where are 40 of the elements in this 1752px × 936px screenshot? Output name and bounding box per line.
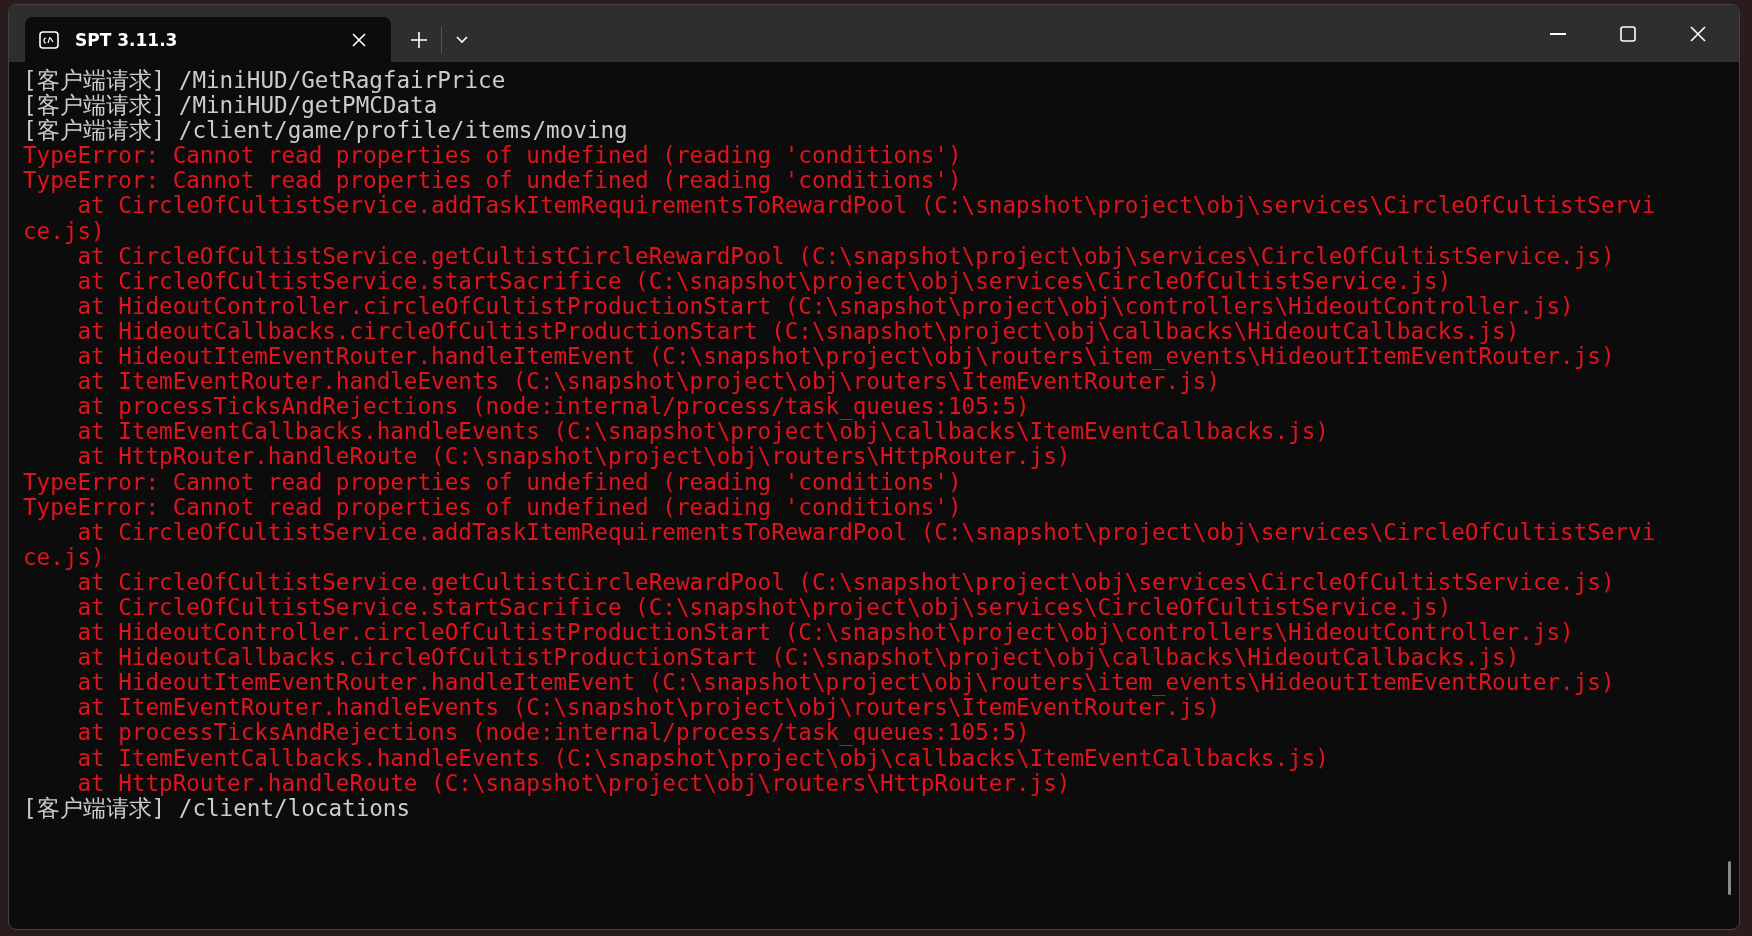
- maximize-icon: [1620, 25, 1636, 42]
- terminal-icon: [39, 30, 59, 49]
- error-line: at ItemEventRouter.handleEvents (C:\snapshot\project\obj\routers\ItemEventRouter.js): [76, 369, 1221, 395]
- terminal-tab[interactable]: SPT 3.11.3: [25, 17, 391, 62]
- error-line: at CircleOfCultistService.addTaskItemRequirementsToRewardPool (C:\snapshot\project\obj\services\CircleOfCultistServi: [77, 519, 1656, 545]
- log-line: [客户端请求] /client/locations: [23, 795, 411, 821]
- error-line: at HideoutItemEventRouter.handleItemEvent (C:\snapshot\project\obj\routers\item_events\HideoutItemEventRouter.js): [76, 670, 1616, 696]
- error-line: at HideoutItemEventRouter.handleItemEvent (C:\snapshot\project\obj\routers\item_events\HideoutItemEventRouter.js): [76, 344, 1616, 370]
- error-line: at CircleOfCultistService.getCultistCircleRewardPool (C:\snapshot\project\obj\services\CircleOfCultistService.js): [77, 569, 1616, 595]
- error-line: at processTicksAndRejections (node:internal/process/task_queues:105:5): [76, 720, 1030, 746]
- error-line: at HideoutCallbacks.circleOfCultistProductionStart (C:\snapshot\project\obj\callbacks\HideoutCallbacks.js): [76, 318, 1520, 345]
- error-line: TypeError: Cannot read properties of undefined (reading 'conditions'): [23, 143, 963, 169]
- log-line: [客户端请求] /client/game/profile/items/moving: [23, 118, 629, 144]
- error-line: at processTicksAndRejections (node:internal/process/task_queues:105:5): [76, 394, 1030, 420]
- tab-title: SPT 3.11.3: [75, 29, 179, 50]
- error-line: ce.js): [23, 218, 106, 244]
- error-line: TypeError: Cannot read properties of undefined (reading 'conditions'): [23, 469, 962, 495]
- error-line: at ItemEventRouter.handleEvents (C:\snapshot\project\obj\routers\ItemEventRouter.js): [76, 695, 1221, 721]
- error-line: TypeError: Cannot read properties of undefined (reading 'conditions'): [23, 168, 963, 194]
- error-line: at HideoutController.circleOfCultistProductionStart (C:\snapshot\project\obj\controllers\HideoutController.js): [76, 293, 1575, 319]
- close-icon: [352, 32, 366, 47]
- error-line: at ItemEventCallbacks.handleEvents (C:\snapshot\project\obj\callbacks\ItemEventCallbacks.js): [76, 419, 1330, 445]
- error-line: at CircleOfCultistService.getCultistCircleRewardPool (C:\snapshot\project\obj\services\CircleOfCultistService.js): [77, 243, 1616, 269]
- error-line: at HideoutController.circleOfCultistProductionStart (C:\snapshot\project\obj\controllers\HideoutController.js): [76, 620, 1575, 646]
- error-line: TypeError: Cannot read properties of undefined (reading 'conditions'): [23, 494, 963, 520]
- minimize-icon: [1550, 32, 1566, 35]
- log-line: [客户端请求] /MiniHUD/getPMCData: [23, 93, 438, 119]
- scrollbar-thumb[interactable]: [1728, 861, 1731, 895]
- error-line: at HttpRouter.handleRoute (C:\snapshot\project\obj\routers\HttpRouter.js): [76, 444, 1071, 470]
- error-line: at HideoutCallbacks.circleOfCultistProductionStart (C:\snapshot\project\obj\callbacks\HideoutCallbacks.js): [76, 645, 1520, 671]
- error-line: at HttpRouter.handleRoute (C:\snapshot\project\obj\routers\HttpRouter.js): [76, 770, 1071, 796]
- error-line: at CircleOfCultistService.startSacrifice (C:\snapshot\project\obj\services\CircleOfCultistService.js): [76, 594, 1452, 621]
- error-line: at CircleOfCultistService.startSacrifice (C:\snapshot\project\obj\services\CircleOfCultistService.js): [76, 268, 1452, 294]
- error-line: at CircleOfCultistService.addTaskItemRequirementsToRewardPool (C:\snapshot\project\obj\services\CircleOfCultistServi: [77, 193, 1656, 219]
- close-icon: [1690, 25, 1706, 42]
- chevron-down-icon: [456, 35, 468, 44]
- error-line: at ItemEventCallbacks.handleEvents (C:\snapshot\project\obj\callbacks\ItemEventCallbacks.js): [76, 745, 1330, 771]
- plus-icon: [410, 30, 428, 49]
- error-line: ce.js): [23, 544, 106, 570]
- log-line: [客户端请求] /MiniHUD/GetRagfairPrice: [23, 68, 507, 93]
